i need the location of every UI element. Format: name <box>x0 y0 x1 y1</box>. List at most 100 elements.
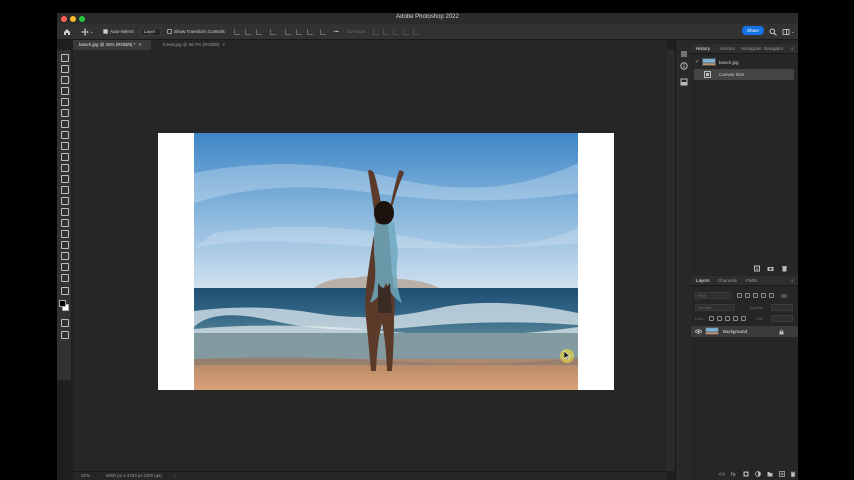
new-layer-icon[interactable] <box>779 471 785 477</box>
filter-toggle[interactable] <box>781 294 787 298</box>
home-icon[interactable] <box>63 28 71 36</box>
tab-actions[interactable]: Actions <box>720 44 735 54</box>
lock-image-icon[interactable] <box>717 316 722 321</box>
opacity-field[interactable] <box>771 304 793 311</box>
distribute-center-icon[interactable] <box>296 29 302 35</box>
filter-type-icon[interactable] <box>753 293 758 298</box>
workspace-icon[interactable] <box>782 28 790 36</box>
zoom-tool-icon[interactable] <box>60 273 69 282</box>
more-options-icon[interactable]: ••• <box>334 27 339 37</box>
lock-all-icon[interactable] <box>741 316 746 321</box>
clone-stamp-tool-icon[interactable] <box>60 152 69 161</box>
snapshot-source-icon[interactable]: ✓ <box>695 57 699 68</box>
3d-orbit-icon <box>373 29 379 35</box>
workspace-chevron-icon[interactable]: ⌄ <box>791 27 795 37</box>
pen-tool-icon[interactable] <box>60 218 69 227</box>
distribute-left-icon[interactable] <box>285 29 291 35</box>
history-brush-tool-icon[interactable] <box>60 163 69 172</box>
filter-adjustment-icon[interactable] <box>745 293 750 298</box>
tab-forest[interactable]: forest.jpg @ 66.7% (RGB/8) × <box>157 40 239 50</box>
zoom-level[interactable]: 25% <box>81 472 90 480</box>
align-right-icon[interactable] <box>256 29 262 35</box>
adjustment-layer-icon[interactable] <box>755 471 761 477</box>
path-select-tool-icon[interactable] <box>60 240 69 249</box>
healing-brush-tool-icon[interactable] <box>60 130 69 139</box>
trash-icon[interactable] <box>781 265 788 272</box>
snapshot-thumbnail <box>702 58 716 66</box>
gradient-tool-icon[interactable] <box>60 185 69 194</box>
brush-tool-icon[interactable] <box>60 141 69 150</box>
history-step[interactable]: Canvas Size <box>694 69 794 80</box>
auto-select-checkbox[interactable] <box>103 29 108 34</box>
blend-mode-dropdown[interactable]: Normal <box>695 304 735 311</box>
blur-tool-icon[interactable] <box>60 196 69 205</box>
tab-histogram[interactable]: Histogram <box>741 44 762 54</box>
tab-layers[interactable]: Layers <box>696 276 710 286</box>
marquee-tool-icon[interactable] <box>60 64 69 73</box>
lock-position-icon[interactable] <box>725 316 730 321</box>
new-group-icon[interactable] <box>767 471 773 477</box>
move-tool-icon[interactable] <box>81 28 89 36</box>
lasso-tool-icon[interactable] <box>60 75 69 84</box>
type-tool-icon[interactable] <box>60 229 69 238</box>
align-center-icon[interactable] <box>245 29 251 35</box>
crop-tool-icon[interactable] <box>60 97 69 106</box>
info-icon[interactable] <box>680 62 688 70</box>
lock-artboard-icon[interactable] <box>733 316 738 321</box>
move-tool-icon[interactable] <box>60 53 69 62</box>
history-snapshot[interactable]: ✓ beach.jpg <box>694 57 794 68</box>
layer-filter-search[interactable]: Kind <box>695 292 731 299</box>
dodge-tool-icon[interactable] <box>60 207 69 216</box>
filter-shape-icon[interactable] <box>761 293 766 298</box>
chevron-down-icon[interactable]: ⌄ <box>90 27 94 37</box>
align-left-icon[interactable] <box>234 29 240 35</box>
distribute-right-icon[interactable] <box>307 29 313 35</box>
transform-controls-checkbox[interactable] <box>167 29 172 34</box>
quick-mask-icon[interactable] <box>60 318 69 327</box>
document-canvas[interactable] <box>158 133 614 390</box>
tab-beach[interactable]: beach.jpg @ 25% (RGB/8) * × <box>73 40 151 50</box>
status-menu-arrow[interactable]: › <box>174 472 176 480</box>
eye-icon[interactable] <box>695 329 702 334</box>
frame-tool-icon[interactable] <box>60 108 69 117</box>
hand-tool-icon[interactable] <box>60 262 69 271</box>
auto-select-dropdown[interactable]: Layer <box>141 28 161 36</box>
align-top-icon[interactable] <box>270 29 276 35</box>
layer-mask-icon[interactable] <box>743 471 749 477</box>
fill-label: Fill: <box>757 316 764 321</box>
search-icon[interactable] <box>769 28 777 36</box>
eyedropper-tool-icon[interactable] <box>60 119 69 128</box>
vertical-scrollbar[interactable] <box>667 50 675 471</box>
filter-pixel-icon[interactable] <box>737 293 742 298</box>
tab-navigator[interactable]: Navigator <box>764 44 783 54</box>
camera-icon[interactable] <box>767 265 774 272</box>
fill-field[interactable] <box>771 315 793 322</box>
adjustments-icon[interactable] <box>680 78 688 86</box>
distribute-top-icon[interactable] <box>320 29 326 35</box>
panel-menu-icon[interactable]: ≡ <box>791 276 794 286</box>
panel-menu-icon[interactable]: ≡ <box>791 44 794 54</box>
properties-icon[interactable] <box>680 50 688 58</box>
svg-text:fx: fx <box>731 472 736 477</box>
tab-paths[interactable]: Paths <box>746 276 758 286</box>
close-tab-icon[interactable]: × <box>139 42 142 47</box>
layer-row[interactable]: Background <box>691 326 798 337</box>
screen-mode-icon[interactable] <box>60 330 69 339</box>
layer-style-icon[interactable]: fx <box>731 471 737 477</box>
close-tab-icon[interactable]: × <box>222 42 225 47</box>
eraser-tool-icon[interactable] <box>60 174 69 183</box>
filter-smart-object-icon[interactable] <box>769 293 774 298</box>
edit-toolbar-icon[interactable] <box>60 286 69 295</box>
share-button[interactable]: Share <box>742 26 764 35</box>
shape-tool-icon[interactable] <box>60 251 69 260</box>
link-layers-icon[interactable] <box>719 471 725 477</box>
tab-history[interactable]: History <box>696 44 710 54</box>
foreground-color-swatch[interactable] <box>59 300 66 307</box>
lock-transparent-icon[interactable] <box>709 316 714 321</box>
delete-layer-icon[interactable] <box>790 471 796 477</box>
tab-channels[interactable]: Channels <box>718 276 737 286</box>
blend-mode-value: Normal <box>698 305 711 310</box>
new-document-from-state-icon[interactable] <box>754 265 761 272</box>
quick-select-tool-icon[interactable] <box>60 86 69 95</box>
canvas-area[interactable] <box>73 50 667 471</box>
